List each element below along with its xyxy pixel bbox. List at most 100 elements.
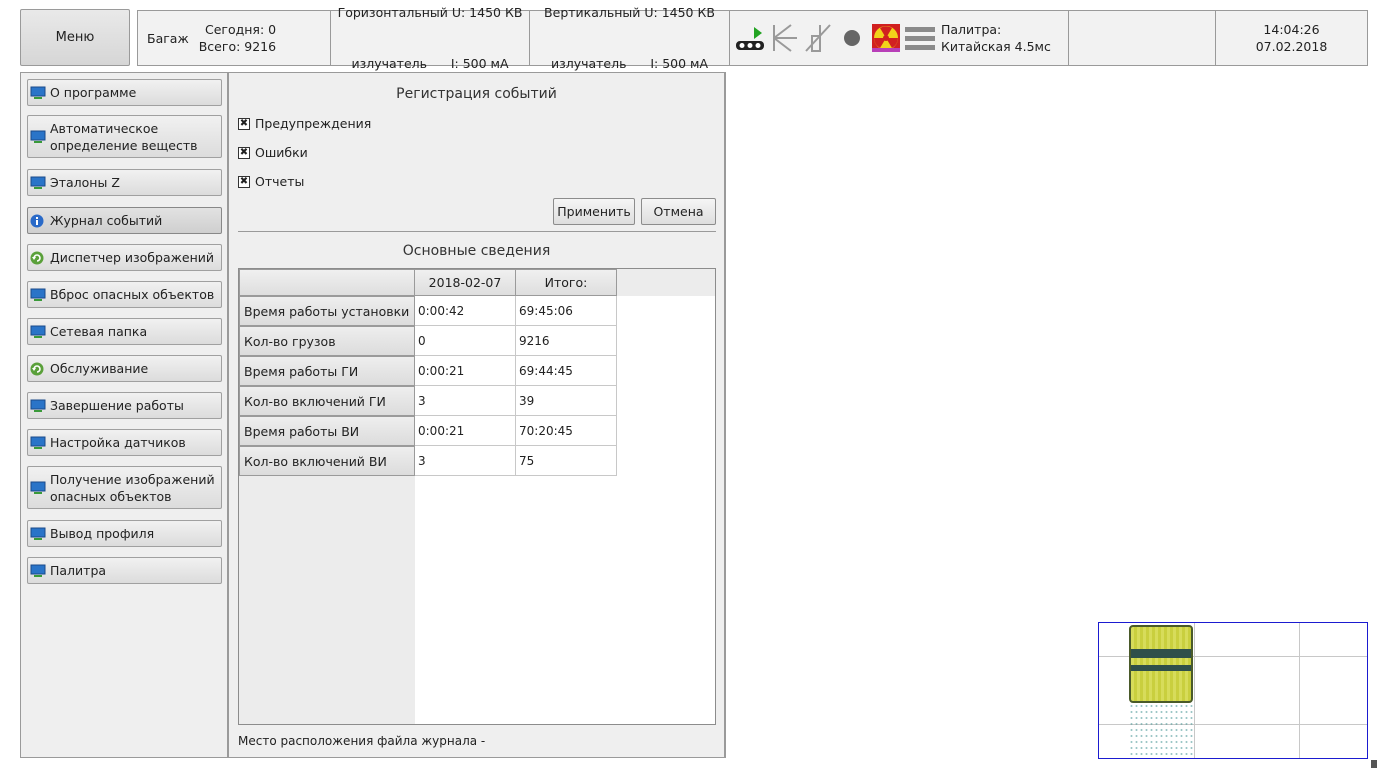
checkbox-reports[interactable]: ✖ Отчеты [238,174,304,189]
column-header-date: 2018-02-07 [414,269,516,296]
xray-bag-image [1129,625,1193,703]
vertical-emitter-status: Вертикальный U: 1450 КВ излучатель I: 50… [530,5,730,71]
sidebar-item-maintenance[interactable]: Обслуживание [27,355,222,382]
sidebar-item-label: Завершение работы [50,398,184,413]
cell-total: 9216 [516,326,617,356]
cell-total: 70:20:45 [516,416,617,446]
clock-time: 14:04:26 [1263,22,1320,37]
monitor-icon [30,130,46,144]
palette-label: Палитра: [941,22,1002,37]
xray-thumbnail[interactable] [1098,622,1368,759]
row-header: Кол-во включений ВИ [239,446,415,476]
sidebar-item-label: Вброс опасных объектов [50,287,215,302]
status-empty-cell [1069,11,1216,65]
monitor-icon [30,288,46,302]
cell-total: 75 [516,446,617,476]
sidebar-item-shutdown[interactable]: Завершение работы [27,392,222,419]
sidebar-item-event-log[interactable]: Журнал событий [27,207,222,234]
event-registration-title: Регистрация событий [396,86,557,102]
divider [238,231,716,232]
sidebar-item-label: Вывод профиля [50,526,155,541]
apply-button[interactable]: Применить [553,198,635,225]
vertical-emitter-voltage: Вертикальный U: 1450 КВ [544,5,715,20]
checkbox-warnings[interactable]: ✖ Предупреждения [238,116,371,131]
sidebar-item-sensor-settings[interactable]: Настройка датчиков [27,429,222,456]
horizontal-emitter-status: Горизонтальный U: 1450 КВ излучатель I: … [331,5,530,71]
horizontal-emitter-voltage: Горизонтальный U: 1450 КВ [337,5,523,20]
status-bar: Багаж Сегодня: 0 Всего: 9216 Горизонталь… [137,5,1368,71]
sidebar-item-profile-output[interactable]: Вывод профиля [27,520,222,547]
sidebar-item-auto-detection[interactable]: Автоматическое определение веществ [27,115,222,158]
horizontal-source-icon [767,21,800,55]
row-header: Кол-во включений ГИ [239,386,415,416]
cell-day: 0 [415,326,516,356]
record-dot-icon [835,21,868,55]
sidebar-item-image-manager[interactable]: Диспетчер изображений [27,244,222,271]
cell-day: 3 [415,446,516,476]
sidebar-item-label: Автоматическое определение веществ [50,120,198,153]
sidebar-item-threat-injection[interactable]: Вброс опасных объектов [27,281,222,308]
sidebar-item-network-folder[interactable]: Сетевая папка [27,318,222,345]
refresh-icon [30,251,46,265]
cell-total: 69:44:45 [516,356,617,386]
sidebar-item-standards-z[interactable]: Эталоны Z [27,169,222,196]
bag-strap [1131,649,1191,658]
monitor-icon [30,176,46,190]
monitor-icon [30,481,46,495]
sidebar-item-label: Сетевая папка [50,324,148,339]
row-header: Время работы ВИ [239,416,415,446]
palette-value: Китайская 4.5мс [941,39,1051,54]
sidebar-item-label: Обслуживание [50,361,149,376]
grid-line [1299,623,1300,758]
sidebar-item-palette[interactable]: Палитра [27,557,222,584]
conveyor-play-icon [733,21,766,55]
checkbox-checked-icon[interactable]: ✖ [238,117,250,130]
column-header-name [239,269,415,296]
log-file-location: Место расположения файла журнала - [238,734,486,748]
stats-table: 2018-02-07 Итого: Время работы установки… [238,268,716,725]
sidebar-item-label: Диспетчер изображений [50,250,214,265]
checkbox-label: Отчеты [255,174,305,189]
clock: 14:04:26 07.02.2018 [1216,11,1367,65]
sidebar-item-label: Настройка датчиков [50,435,186,450]
sidebar-item-about[interactable]: О программе [27,79,222,106]
cell-day: 0:00:42 [415,296,516,326]
radiation-icon [869,21,902,55]
xray-scatter [1129,703,1193,758]
sidebar: О программе Автоматическое определение в… [20,72,229,758]
cell-day: 0:00:21 [415,356,516,386]
row-header: Время работы ГИ [239,356,415,386]
sidebar-item-label: Палитра [50,563,107,578]
checkbox-label: Предупреждения [255,116,372,131]
event-log-panel: Регистрация событий ✖ Предупреждения ✖ О… [229,72,726,758]
sidebar-item-threat-images[interactable]: Получение изображений опасных объектов [27,466,222,509]
monitor-icon [30,564,46,578]
bag-strap [1131,665,1191,671]
checkbox-checked-icon[interactable]: ✖ [238,146,250,159]
baggage-label: Багаж [147,30,189,46]
checkbox-checked-icon[interactable]: ✖ [238,175,250,188]
monitor-icon [30,325,46,339]
cancel-button[interactable]: Отмена [641,198,716,225]
vertical-source-icon [801,21,834,55]
clock-date: 07.02.2018 [1255,39,1328,54]
cell-day: 3 [415,386,516,416]
info-icon [30,214,46,228]
monitor-icon [30,86,46,100]
vertical-emitter-current: излучатель I: 500 мА [550,56,709,71]
row-header: Кол-во грузов [239,326,415,356]
row-header: Время работы установки [239,296,415,326]
resize-corner [1371,760,1377,768]
baggage-counter: Багаж Сегодня: 0 Всего: 9216 [138,11,331,65]
sidebar-item-label: Получение изображений опасных объектов [50,471,215,504]
refresh-icon [30,362,46,376]
baggage-total: Всего: 9216 [198,39,277,54]
status-icons: Палитра: Китайская 4.5мс [730,11,1069,65]
menu-button[interactable]: Меню [20,9,130,66]
sidebar-item-label: Журнал событий [50,213,163,228]
column-header-total: Итого: [515,269,617,296]
grid-line [1194,623,1195,758]
checkbox-errors[interactable]: ✖ Ошибки [238,145,308,160]
menu-lines-icon [903,21,936,55]
palette-info: Палитра: Китайская 4.5мс [941,21,1051,55]
